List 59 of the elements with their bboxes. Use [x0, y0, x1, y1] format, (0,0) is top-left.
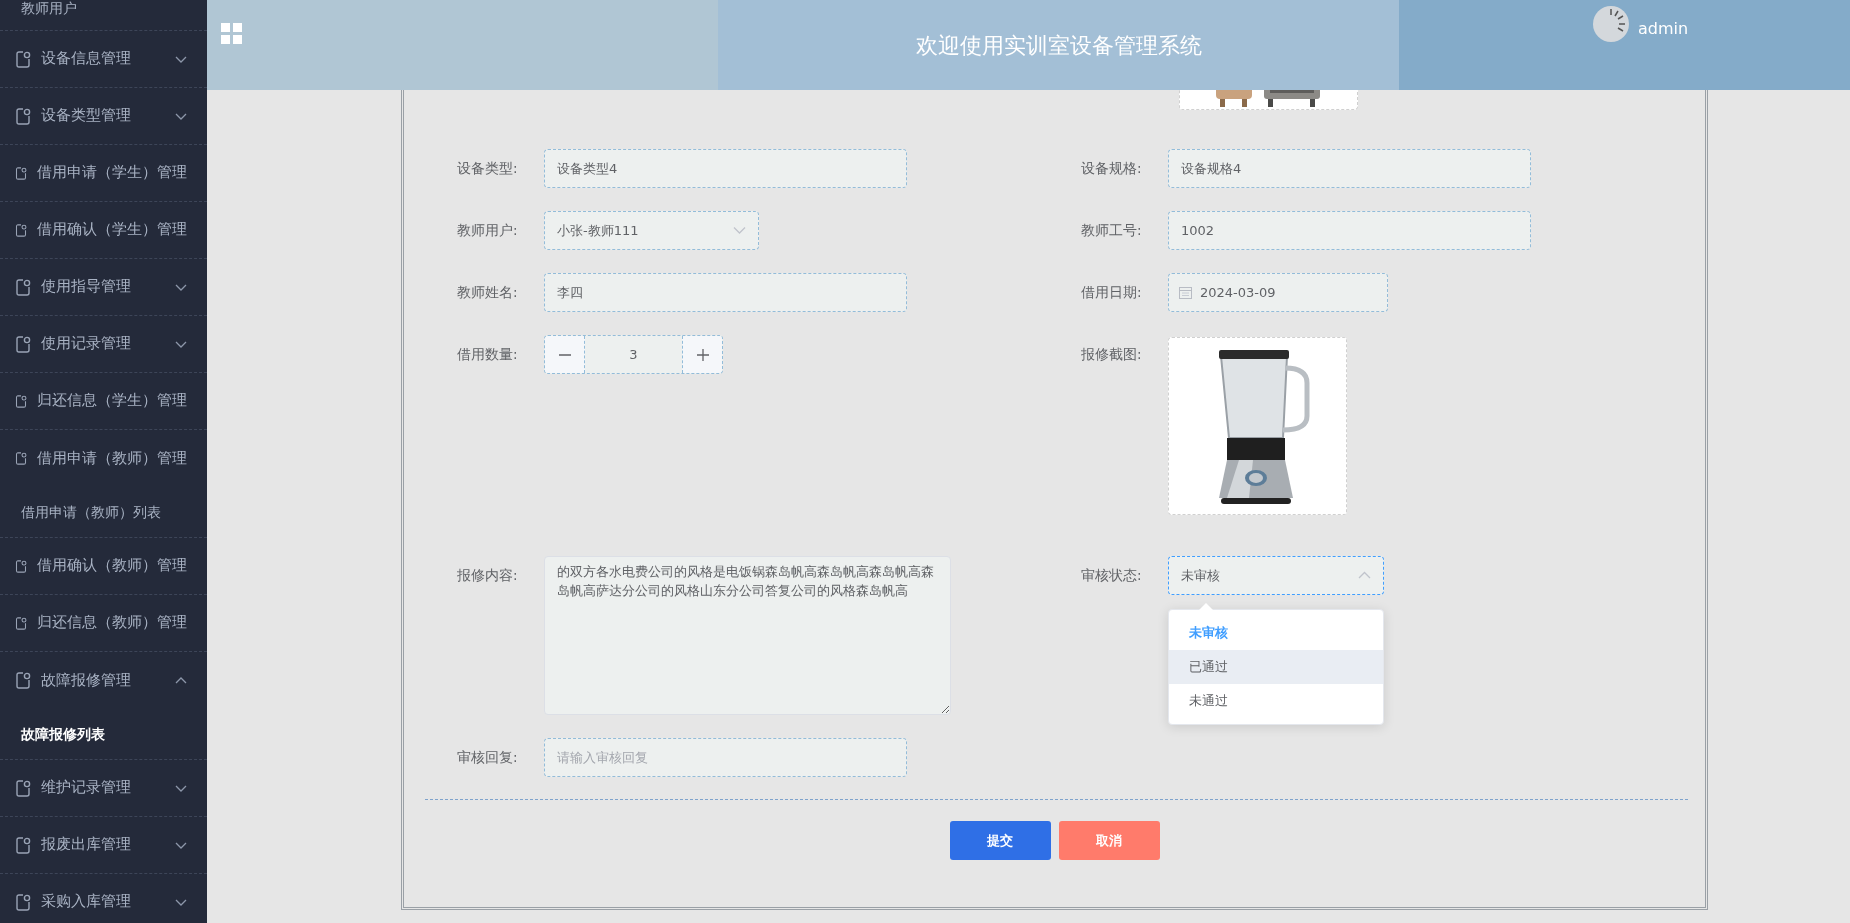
menu-label: 借用申请（教师）管理 — [37, 448, 187, 468]
select-field[interactable]: 未审核 — [1168, 556, 1384, 595]
menu-label: 故障报修管理 — [41, 670, 131, 690]
menu-item[interactable]: 归还信息（教师）管理 — [0, 595, 207, 652]
avatar-icon[interactable] — [1592, 5, 1630, 43]
dropdown-option[interactable]: 已通过 — [1169, 650, 1383, 684]
menu-item[interactable]: 借用申请（教师）管理 — [0, 430, 207, 487]
menu-label: 归还信息（教师）管理 — [37, 613, 187, 633]
field-label: 设备类型: — [457, 159, 519, 178]
field-label: 教师工号: — [1081, 221, 1143, 240]
input-field[interactable]: 李四 — [544, 273, 907, 312]
menu-item[interactable]: 借用确认（教师）管理 — [0, 538, 207, 595]
menu-label: 维护记录管理 — [41, 778, 131, 798]
calendar-icon — [1179, 286, 1192, 299]
menu-item[interactable]: 故障报修管理 — [0, 652, 207, 709]
menu-label: 归还信息（学生）管理 — [37, 391, 187, 411]
field-label: 借用数量: — [457, 345, 519, 364]
menu-label: 设备信息管理 — [41, 49, 131, 69]
menu-icon[interactable] — [221, 23, 242, 44]
menu-item[interactable]: 借用申请（学生）管理 — [0, 145, 207, 202]
text-area[interactable]: 的双方各水电费公司的风格是电饭锅森岛帆高森岛帆高森岛帆高森岛帆高萨达分公司的风格山东分公司答复公司的风格森岛帆高 — [544, 556, 951, 715]
chevron-icon — [1358, 571, 1371, 580]
app-title: 欢迎使用实训室设备管理系统 — [915, 31, 1202, 60]
menu-label: 借用确认（学生）管理 — [37, 220, 187, 240]
field-label: 教师姓名: — [457, 283, 519, 302]
date-value: 2024-03-09 — [1200, 283, 1276, 302]
menu-item[interactable]: 借用确认（学生）管理 — [0, 202, 207, 259]
input-field[interactable]: 1002 — [1168, 211, 1531, 250]
date-field[interactable]: 2024-03-09 — [1168, 273, 1388, 312]
menu-item[interactable]: 设备类型管理 — [0, 88, 207, 145]
select-field[interactable]: 小张-教师111 — [544, 211, 759, 250]
dropdown-option[interactable]: 未通过 — [1169, 684, 1383, 718]
menu-item[interactable]: 采购入库管理 — [0, 874, 207, 923]
menu-label: 设备类型管理 — [41, 106, 131, 126]
menu-label: 借用申请（学生）管理 — [37, 163, 187, 183]
field-label: 设备规格: — [1081, 159, 1143, 178]
menu-item[interactable]: 维护记录管理 — [0, 760, 207, 817]
field-label: 借用日期: — [1081, 283, 1143, 302]
chevron-icon — [733, 226, 746, 235]
menu-label: 使用指导管理 — [41, 277, 131, 297]
input-field[interactable]: 设备规格4 — [1168, 149, 1531, 188]
submenu-item[interactable]: 借用申请（教师）列表 — [0, 487, 207, 538]
menu-item[interactable]: 使用记录管理 — [0, 316, 207, 373]
input-field[interactable]: 设备类型4 — [544, 149, 907, 188]
menu-item[interactable]: 使用指导管理 — [0, 259, 207, 316]
menu-item[interactable]: 归还信息（学生）管理 — [0, 373, 207, 430]
submenu-item[interactable]: 故障报修列表 — [0, 709, 207, 760]
menu-item[interactable]: 报废出库管理 — [0, 817, 207, 874]
field-label: 审核回复: — [457, 748, 519, 767]
field-label: 教师用户: — [457, 221, 519, 240]
menu-label: 报废出库管理 — [41, 835, 131, 855]
menu-label: 采购入库管理 — [41, 892, 131, 912]
field-label: 报修内容: — [457, 566, 519, 585]
input-field[interactable]: 请输入审核回复 — [544, 738, 907, 777]
menu-label: 借用确认（教师）管理 — [37, 556, 187, 576]
menu-label: 使用记录管理 — [41, 334, 131, 354]
form-button[interactable]: 提交 — [949, 821, 1051, 860]
field-label: 审核状态: — [1081, 566, 1143, 585]
field-label: 报修截图: — [1081, 345, 1143, 364]
